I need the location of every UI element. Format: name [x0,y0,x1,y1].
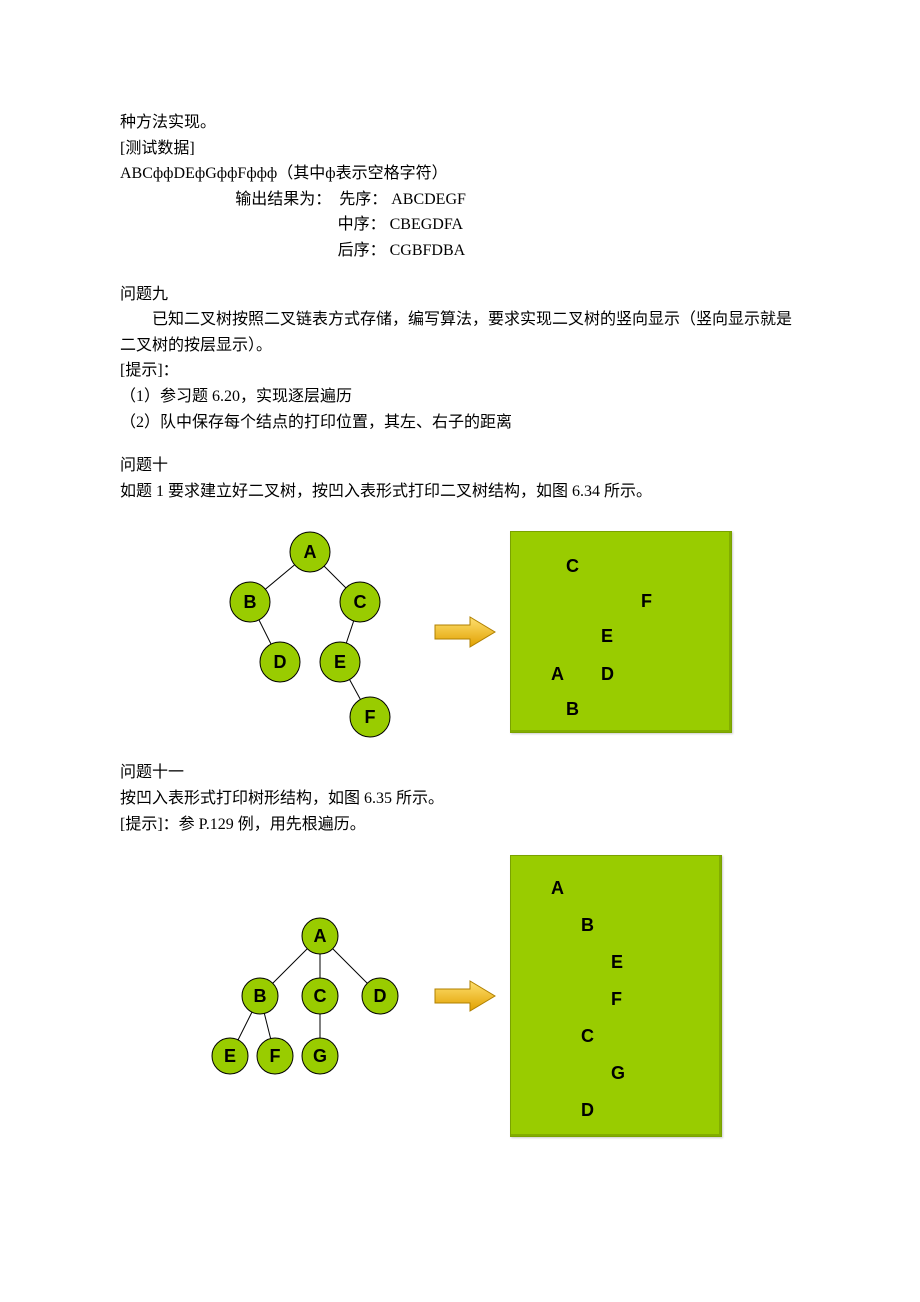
q9-body: 已知二叉树按照二叉链表方式存储，编写算法，要求实现二叉树的竖向显示（竖向显示就是… [120,307,800,358]
postorder-label: 后序： [338,242,386,259]
q10-title: 问题十 [120,453,800,479]
q11-body: 按凹入表形式打印树形结构，如图 6.35 所示。 [120,786,800,812]
panel-text: D [581,1096,594,1125]
q11-output-panel: A B E F C G D [510,855,722,1137]
tree-node-e: E [212,1038,248,1074]
panel-text: B [566,695,579,724]
arrow-icon [430,612,500,652]
svg-text:C: C [354,592,367,612]
q10-tree-diagram: A B C D E F [180,522,420,742]
svg-text:F: F [270,1046,281,1066]
panel-text: G [611,1059,625,1088]
panel-text: F [641,587,652,616]
test-data-label: [测试数据] [120,136,800,162]
panel-text: C [581,1022,594,1051]
panel-text: E [601,622,613,651]
q9-hint-label: [提示]： [120,358,800,384]
tree-node-c: C [302,978,338,1014]
q9-title: 问题九 [120,282,800,308]
tree-node-f: F [257,1038,293,1074]
preorder-label: 先序： [339,191,387,208]
svg-text:D: D [374,986,387,1006]
intro-line1: 种方法实现。 [120,110,800,136]
q9-hint1: （1）参习题 6.20，实现逐层遍历 [120,384,800,410]
postorder-value: CGBFDBA [390,242,466,259]
panel-text: C [566,552,579,581]
q10-output-panel: C F E A D B [510,531,732,733]
preorder-value: ABCDEGF [391,191,466,208]
svg-text:C: C [314,986,327,1006]
tree-node-e: E [320,642,360,682]
q10-figure: A B C D E F C F E A D B [180,522,800,742]
tree-node-a: A [290,532,330,572]
svg-text:F: F [365,707,376,727]
inorder-label: 中序： [338,216,386,233]
tree-node-c: C [340,582,380,622]
q11-tree-diagram: A B C D E F G [200,906,420,1086]
tree-node-g: G [302,1038,338,1074]
svg-text:A: A [304,542,317,562]
panel-text: D [601,660,614,689]
svg-text:D: D [274,652,287,672]
test-data-input: ABCффDEфGффFффф（其中ф表示空格字符） [120,161,800,187]
tree-node-d: D [260,642,300,682]
q11-title: 问题十一 [120,760,800,786]
tree-node-b: B [242,978,278,1014]
inorder-value: CBEGDFA [390,216,464,233]
svg-text:B: B [254,986,267,1006]
tree-node-f: F [350,697,390,737]
q9-hint2: （2）队中保存每个结点的打印位置，其左、右子的距离 [120,410,800,436]
panel-text: A [551,660,564,689]
tree-node-a: A [302,918,338,954]
svg-text:G: G [313,1046,327,1066]
q11-figure: A B C D E F G A B E F C G D [200,855,800,1137]
svg-text:E: E [334,652,346,672]
panel-text: E [611,948,623,977]
output-label: 输出结果为： [235,191,331,208]
tree-node-d: D [362,978,398,1014]
panel-text: F [611,985,622,1014]
arrow-icon [430,976,500,1016]
tree-node-b: B [230,582,270,622]
svg-text:B: B [244,592,257,612]
panel-text: B [581,911,594,940]
svg-text:A: A [314,926,327,946]
q11-hint: [提示]：参 P.129 例，用先根遍历。 [120,812,800,838]
svg-text:E: E [224,1046,236,1066]
panel-text: A [551,874,564,903]
q10-body: 如题 1 要求建立好二叉树，按凹入表形式打印二叉树结构，如图 6.34 所示。 [120,479,800,505]
